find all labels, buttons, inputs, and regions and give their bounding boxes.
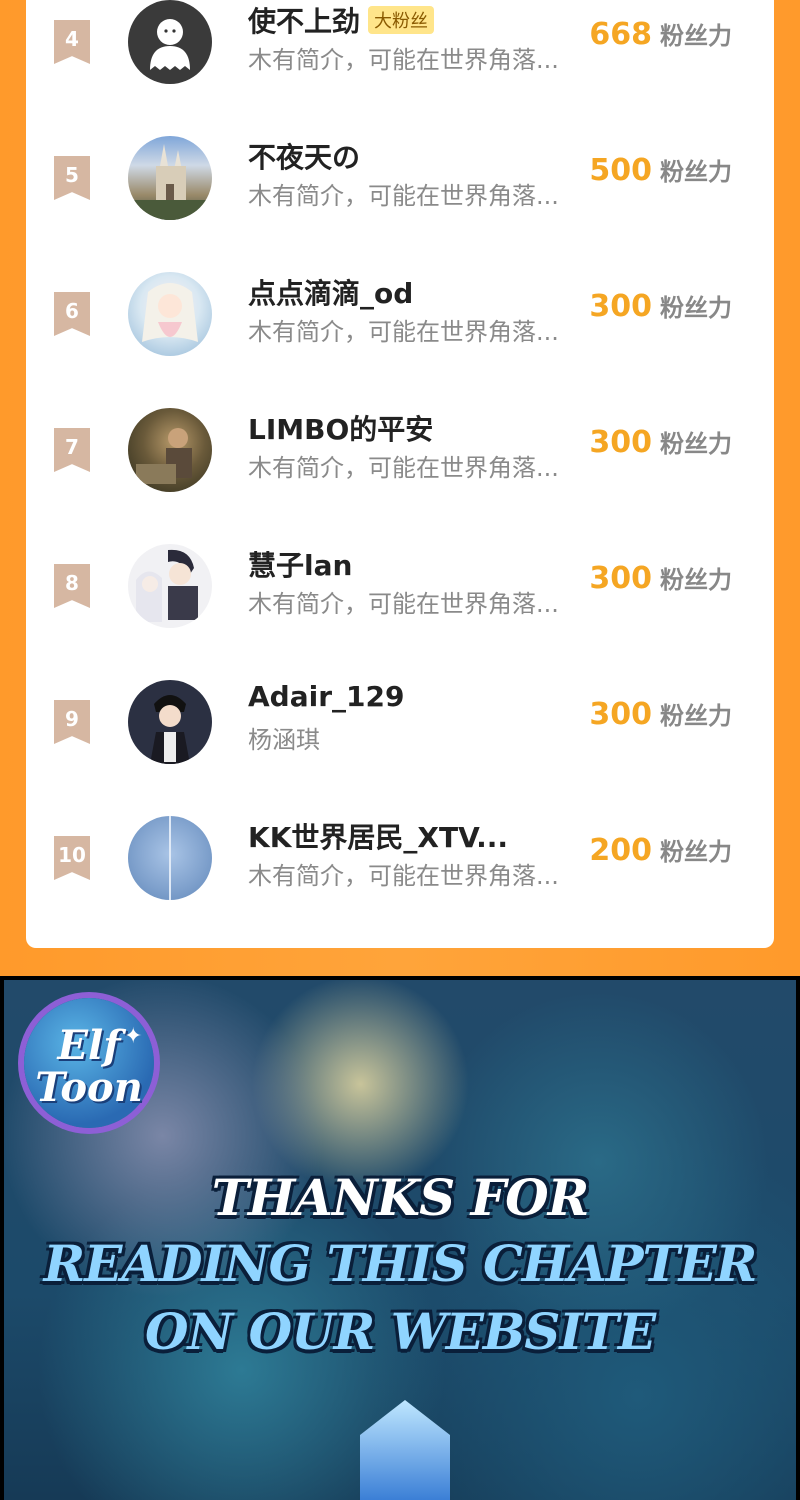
- user-name[interactable]: KK世界居民_XTV...: [248, 816, 508, 856]
- fan-power: 300 粉丝力: [589, 696, 732, 732]
- user-name[interactable]: 使不上劲 大粉丝: [248, 0, 435, 40]
- sparkle-icon: ✦: [124, 1024, 143, 1049]
- user-description: 木有简介，可能在世界角落...: [248, 454, 559, 482]
- avatar[interactable]: [128, 272, 212, 356]
- user-name[interactable]: 点点滴滴_od: [248, 272, 413, 312]
- rank-badge: 4: [54, 20, 90, 64]
- fan-power-unit: 粉丝力: [660, 158, 732, 186]
- leaderboard-card: 4 使不上劲 大粉丝 木有简介，可能在世界角落... 668 粉丝力 5 不夜天…: [26, 0, 774, 948]
- ghost-avatar-icon: [150, 19, 190, 70]
- list-item[interactable]: 10 KK世界居民_XTV... 木有简介，可能在世界角落... 200 粉丝力: [26, 816, 774, 952]
- avatar[interactable]: [128, 680, 212, 764]
- fan-power-unit: 粉丝力: [660, 566, 732, 594]
- dark-hair-icon: [150, 695, 190, 764]
- list-item[interactable]: 7 LIMBO的平安 木有简介，可能在世界角落... 300 粉丝力: [26, 408, 774, 544]
- sky-icon: [169, 816, 171, 900]
- list-item[interactable]: 6 点点滴滴_od 木有简介，可能在世界角落... 300 粉丝力: [26, 272, 774, 408]
- avatar[interactable]: [128, 544, 212, 628]
- rank-badge: 5: [54, 156, 90, 200]
- fan-power: 500 粉丝力: [589, 152, 732, 188]
- list-item[interactable]: 5 不夜天の 木有简介，可能在世界角落... 500 粉丝力: [26, 136, 774, 272]
- logo-text-bottom: Toon: [35, 1064, 143, 1111]
- user-name[interactable]: Adair_129: [248, 680, 404, 713]
- fan-power-value: 200: [589, 833, 652, 868]
- rank-badge: 8: [54, 564, 90, 608]
- fan-power-unit: 粉丝力: [660, 430, 732, 458]
- cathedral-icon: [128, 144, 212, 220]
- avatar[interactable]: [128, 136, 212, 220]
- fan-power-unit: 粉丝力: [660, 22, 732, 50]
- fan-power-value: 300: [589, 697, 652, 732]
- crest-icon: [360, 1400, 450, 1500]
- fan-power-value: 668: [589, 17, 652, 52]
- fan-power-unit: 粉丝力: [660, 838, 732, 866]
- list-item[interactable]: 4 使不上劲 大粉丝 木有简介，可能在世界角落... 668 粉丝力: [26, 0, 774, 136]
- user-name[interactable]: 慧子lan: [248, 544, 352, 584]
- user-description: 木有简介，可能在世界角落...: [248, 46, 559, 74]
- fan-power-value: 300: [589, 425, 652, 460]
- user-description: 木有简介，可能在世界角落...: [248, 182, 559, 210]
- fan-power-value: 500: [589, 153, 652, 188]
- user-description: 木有简介，可能在世界角落...: [248, 590, 559, 618]
- user-name-text: 使不上劲: [248, 5, 361, 38]
- user-description: 木有简介，可能在世界角落...: [248, 318, 559, 346]
- promo-banner: Elf Toon ✦ THANKS FOR READING THIS CHAPT…: [4, 980, 796, 1500]
- rank-badge: 6: [54, 292, 90, 336]
- fan-power: 300 粉丝力: [589, 424, 732, 460]
- fan-power: 668 粉丝力: [589, 16, 732, 52]
- anime-girl-icon: [142, 283, 198, 342]
- avatar[interactable]: [128, 816, 212, 900]
- rank-badge: 9: [54, 700, 90, 744]
- rank-badge: 10: [54, 836, 90, 880]
- photo-icon: [136, 428, 192, 484]
- thanks-line-2: READING THIS CHAPTER: [43, 1234, 758, 1293]
- fan-power-unit: 粉丝力: [660, 294, 732, 322]
- fan-power: 200 粉丝力: [589, 832, 732, 868]
- manhwa-icon: [136, 549, 198, 622]
- fan-badge: 大粉丝: [368, 6, 435, 34]
- avatar[interactable]: [128, 0, 212, 84]
- user-name[interactable]: LIMBO的平安: [248, 408, 433, 448]
- list-item[interactable]: 9 Adair_129 杨涵琪 300 粉丝力: [26, 680, 774, 816]
- user-name[interactable]: 不夜天の: [248, 136, 360, 176]
- fan-power: 300 粉丝力: [589, 560, 732, 596]
- rank-badge: 7: [54, 428, 90, 472]
- fan-power-unit: 粉丝力: [660, 702, 732, 730]
- site-logo[interactable]: Elf Toon ✦: [24, 998, 154, 1128]
- fan-power-value: 300: [589, 561, 652, 596]
- thanks-line-3: ON OUR WEBSITE: [144, 1302, 656, 1361]
- fan-power-value: 300: [589, 289, 652, 324]
- user-description: 杨涵琪: [248, 726, 320, 754]
- list-item[interactable]: 8 慧子lan 木有简介，可能在世界角落... 300 粉丝力: [26, 544, 774, 680]
- leaderboard-frame: 4 使不上劲 大粉丝 木有简介，可能在世界角落... 668 粉丝力 5 不夜天…: [0, 0, 800, 976]
- avatar[interactable]: [128, 408, 212, 492]
- user-description: 木有简介，可能在世界角落...: [248, 862, 559, 890]
- fan-power: 300 粉丝力: [589, 288, 732, 324]
- thanks-line-1: THANKS FOR: [211, 1168, 590, 1227]
